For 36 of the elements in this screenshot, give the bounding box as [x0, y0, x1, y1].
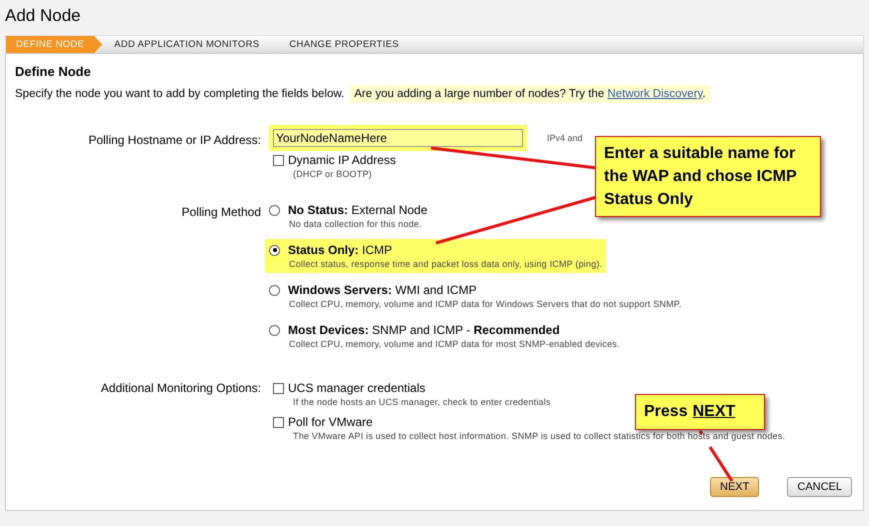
option-title: Status Only: ICMP [288, 243, 392, 257]
option-note: Collect status, response time and packet loss data only, using ICMP (ping). [289, 259, 602, 269]
checkbox-label: UCS manager credentials [288, 381, 426, 395]
checkbox-label: Dynamic IP Address [288, 153, 396, 167]
section-heading: Define Node [15, 64, 92, 79]
option-note: No data collection for this node. [289, 219, 422, 229]
page-title: Add Node [5, 5, 82, 27]
cancel-button[interactable]: CANCEL [787, 477, 852, 497]
network-discovery-link[interactable]: Network Discovery [607, 88, 702, 100]
checkbox[interactable] [273, 154, 284, 166]
option-note: The VMware API is used to collect host information. SNMP is used to collect statistics for both hosts and guest nodes. [293, 431, 786, 441]
hostname-label: Polling Hostname or IP Address: [87, 132, 261, 149]
radio-button[interactable] [269, 204, 280, 216]
option-title: Windows Servers: WMI and ICMP [288, 283, 477, 297]
hostname-hint: IPv4 and [547, 133, 583, 143]
callout-note: Enter a suitable name for the WAP and chose ICMP Status Only [595, 136, 821, 217]
hostname-field[interactable]: YourNodeNameHere [273, 129, 523, 147]
option-note: (DHCP or BOOTP) [293, 169, 372, 179]
option-note: Collect CPU, memory, volume and ICMP data for most SNMP-enabled devices. [289, 339, 620, 349]
polling-method-label: Polling Method [180, 204, 261, 221]
checkbox[interactable] [273, 382, 284, 394]
monitoring-label: Additional Monitoring Options: [100, 381, 261, 397]
intro-text: Specify the node you want to add by completing the fields below. [15, 88, 344, 100]
option-title: No Status: External Node [288, 203, 428, 217]
callout-text: Press [644, 403, 688, 420]
radio-button[interactable] [269, 324, 280, 336]
option-note: Collect CPU, memory, volume and ICMP data for Windows Servers that do not support SNMP. [289, 299, 682, 309]
checkbox-label: Poll for VMware [288, 415, 373, 429]
next-button[interactable]: NEXT [710, 477, 760, 497]
radio-button[interactable] [269, 244, 280, 256]
tip-text: Are you adding a large number of nodes? Try the Network Discovery. [350, 85, 710, 103]
option-note: If the node hosts an UCS manager, check to enter credentials [293, 397, 551, 407]
checkbox[interactable] [273, 416, 284, 428]
callout-emphasis: NEXT [692, 403, 736, 420]
radio-button[interactable] [269, 284, 280, 296]
option-title: Most Devices: SNMP and ICMP - Recommended [288, 323, 560, 337]
